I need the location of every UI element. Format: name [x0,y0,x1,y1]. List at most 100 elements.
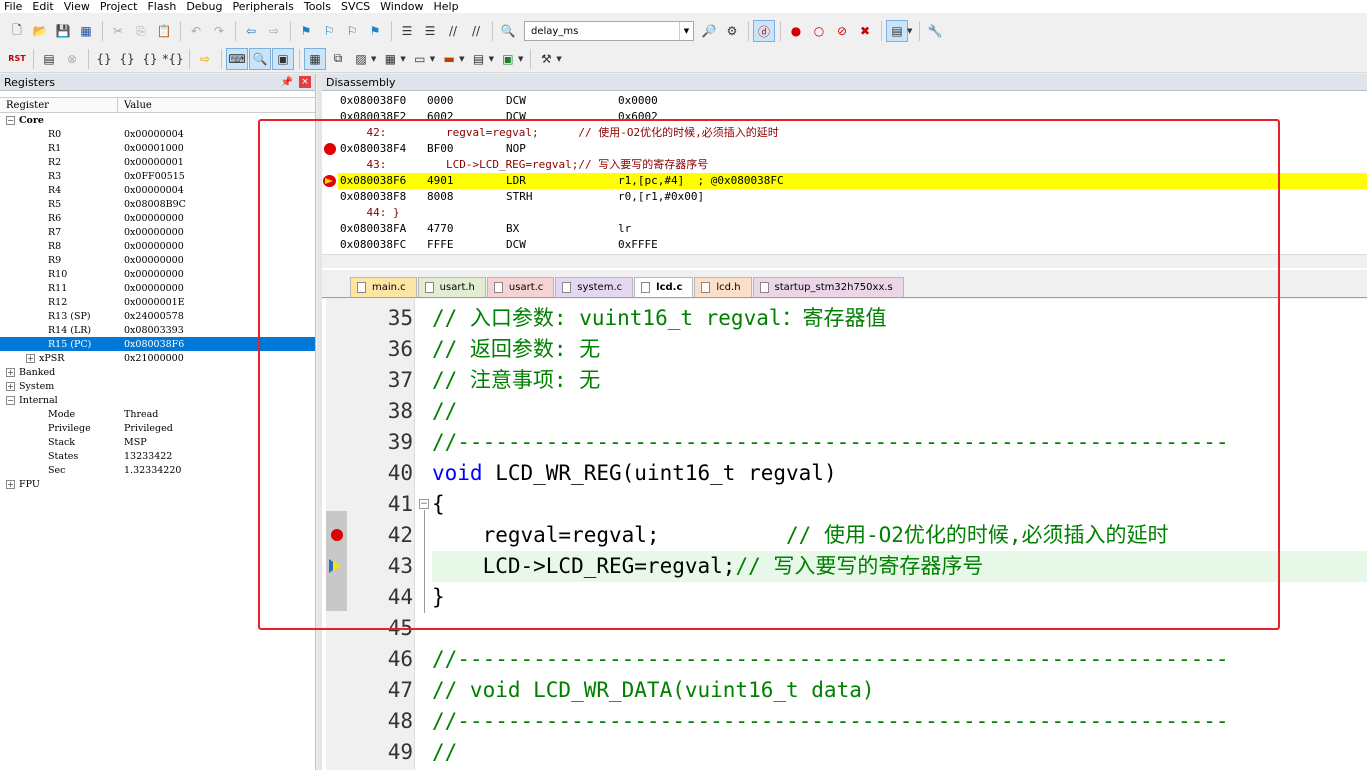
menu-peripherals[interactable]: Peripherals [229,0,300,13]
system-viewer-icon[interactable]: ▣ [497,48,519,70]
expand-icon[interactable]: + [6,381,15,391]
chevron-down-icon[interactable]: ▼ [459,55,464,63]
menu-window[interactable]: Window [376,0,429,13]
chevron-down-icon[interactable]: ▼ [371,55,376,63]
register-value[interactable]: 0x08003393 [124,325,184,336]
tab-lcd-c[interactable]: lcd.c [634,277,694,297]
register-row[interactable]: − Core [0,113,315,127]
col-register[interactable]: Register [0,98,118,112]
register-value[interactable]: MSP [124,437,147,448]
expand-icon[interactable]: + [6,479,15,489]
tab-lcd-h[interactable]: lcd.h [694,277,752,297]
register-value[interactable]: 0x08008B9C [124,199,186,210]
register-row[interactable]: + xPSR 0x21000000 [0,351,315,365]
register-row[interactable]: R15 (PC) 0x080038F6 [0,337,315,351]
code-line[interactable]: 40 void LCD_WR_REG(uint16_t regval) [322,458,1367,489]
step-over-icon[interactable]: {} [116,48,138,70]
menu-file[interactable]: File [0,0,28,13]
register-value[interactable]: 0x21000000 [124,353,184,364]
symbols-window-icon[interactable]: ▣ [272,47,294,70]
register-value[interactable]: 0x00001000 [124,143,184,154]
chevron-down-icon[interactable]: ▼ [518,55,523,63]
step-out-icon[interactable]: {} [139,48,161,70]
register-row[interactable]: Stack MSP [0,435,315,449]
code-line[interactable]: 48 //------------------------------------… [322,706,1367,737]
window-layout-icon[interactable]: ▤ [886,20,908,42]
disassembly-line[interactable]: 0x080038F8 8008 STRH r0,[r1,#0x00] [338,189,1367,205]
register-row[interactable]: R1 0x00001000 [0,141,315,155]
disassembly-line[interactable]: 0x080038FA 4770 BX lr [338,221,1367,237]
register-value[interactable]: Thread [124,409,158,420]
target-select[interactable]: delay_ms ▼ [524,21,694,41]
disassembly-line[interactable]: 0x080038F2 6002 DCW 0x6002 [338,109,1367,125]
menu-debug[interactable]: Debug [182,0,228,13]
nav-forward-icon[interactable]: ⇨ [263,20,285,42]
close-icon[interactable]: × [299,76,311,88]
register-row[interactable]: R5 0x08008B9C [0,197,315,211]
disable-all-breakpoints-icon[interactable]: ⊘ [831,20,853,42]
disassembly-line[interactable]: 0x080038FC FFFE DCW 0xFFFE [338,237,1367,253]
save-all-icon[interactable]: ▦ [75,20,97,42]
menu-view[interactable]: View [60,0,96,13]
collapse-icon[interactable]: − [6,115,15,125]
show-next-statement-icon[interactable]: ⇨ [194,48,216,70]
breakpoint-icon[interactable] [331,529,343,541]
call-stack-icon[interactable]: ⧉ [327,48,349,70]
open-folder-icon[interactable]: 📂 [29,20,51,42]
clear-bookmarks-icon[interactable]: ⚑ [364,20,386,42]
register-value[interactable]: 0x00000000 [124,283,184,294]
find-in-files-icon[interactable]: 🔍 [497,20,519,42]
debug-session-icon[interactable]: ⓓ [753,20,775,42]
register-row[interactable]: R4 0x00000004 [0,183,315,197]
chevron-down-icon[interactable]: ▼ [679,22,693,40]
analysis-window-icon[interactable]: ▬ [438,48,460,70]
run-to-cursor-icon[interactable]: *{} [162,48,184,70]
code-line[interactable]: 49 // [322,737,1367,768]
reset-icon[interactable]: RST [6,48,28,70]
menu-tools[interactable]: Tools [300,0,337,13]
register-row[interactable]: R6 0x00000000 [0,211,315,225]
register-row[interactable]: + FPU [0,477,315,491]
register-value[interactable]: 0x00000000 [124,255,184,266]
trace-window-icon[interactable]: ▤ [468,48,490,70]
uncomment-icon[interactable]: // [465,20,487,42]
register-row[interactable]: + System [0,379,315,393]
chevron-down-icon[interactable]: ▼ [489,55,494,63]
expand-icon[interactable]: + [26,353,35,363]
bookmark-icon[interactable]: ⚑ [295,20,317,42]
serial-window-icon[interactable]: ▭ [409,48,431,70]
register-value[interactable]: Privileged [124,423,173,434]
register-row[interactable]: R12 0x0000001E [0,295,315,309]
new-file-icon[interactable]: 🗋 [6,20,28,42]
configure-icon[interactable]: ⚙ [721,20,743,42]
code-line[interactable]: 39 //------------------------------------… [322,427,1367,458]
disassembly-source-line[interactable]: 43: LCD->LCD_REG=regval;// 写入要写的寄存器序号 [338,157,1367,173]
register-row[interactable]: R14 (LR) 0x08003393 [0,323,315,337]
step-into-icon[interactable]: {} [93,48,115,70]
code-line[interactable]: 38 // [322,396,1367,427]
comment-icon[interactable]: // [442,20,464,42]
register-row[interactable]: Privilege Privileged [0,421,315,435]
copy-icon[interactable]: ⎘ [130,20,152,42]
menu-svcs[interactable]: SVCS [337,0,376,13]
code-line[interactable]: 47 // void LCD_WR_DATA(vuint16_t data) [322,675,1367,706]
register-row[interactable]: − Internal [0,393,315,407]
paste-icon[interactable]: 📋 [153,20,175,42]
nav-back-icon[interactable]: ⇦ [240,20,262,42]
undo-icon[interactable]: ↶ [185,20,207,42]
register-value[interactable]: 1.32334220 [124,465,181,476]
disassembly-gutter[interactable] [322,93,337,253]
register-value[interactable]: 0x00000004 [124,129,184,140]
code-line[interactable]: 36 // 返回参数: 无 [322,334,1367,365]
watch-window-icon[interactable]: ▨ [350,48,372,70]
chevron-down-icon[interactable]: ▼ [400,55,405,63]
horizontal-scrollbar[interactable] [322,254,1367,268]
tab-usart-c[interactable]: usart.c [486,277,555,297]
disassembly-line[interactable]: 0x080038F0 0000 DCW 0x0000 [338,93,1367,109]
register-value[interactable]: 0x0000001E [124,297,185,308]
code-line[interactable]: 37 // 注意事项: 无 [322,365,1367,396]
register-row[interactable]: R3 0x0FF00515 [0,169,315,183]
register-row[interactable]: R8 0x00000000 [0,239,315,253]
register-value[interactable]: 0x00000000 [124,213,184,224]
kill-all-breakpoints-icon[interactable]: ✖ [854,20,876,42]
